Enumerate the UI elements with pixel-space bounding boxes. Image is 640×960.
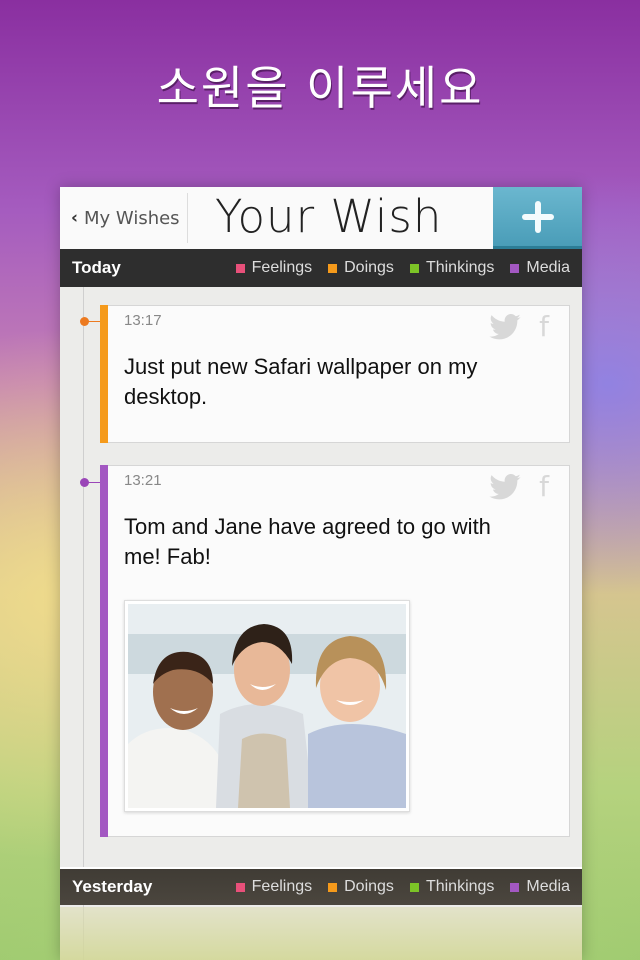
facebook-icon[interactable]: f [539,313,549,341]
legend-media[interactable]: Media [510,878,570,896]
media-swatch-icon [510,263,520,273]
section-title: Yesterday [72,877,153,896]
back-button[interactable]: ‹ My Wishes [60,187,187,249]
nav-divider [187,193,188,243]
timeline-line [83,287,84,960]
entry-time: 13:17 [124,312,162,329]
legend-thinkings[interactable]: Thinkings [409,878,495,896]
facebook-icon[interactable]: f [539,473,549,501]
legend-label: Doings [344,259,394,276]
feelings-swatch-icon [235,263,245,273]
doings-swatch-icon [328,882,338,892]
list-bottom-fade [60,907,582,960]
timeline-connector [87,321,101,322]
thinkings-swatch-icon [409,263,419,273]
category-legend: Feelings Doings Thinkings Media [220,259,570,277]
entry-text: Tom and Jane have agreed to go with me! … [124,514,491,569]
people-photo-illustration [128,604,406,808]
legend-label: Thinkings [425,878,495,895]
legend-label: Media [526,878,570,895]
category-legend: Feelings Doings Thinkings Media [220,878,570,896]
section-header-today: Today Feelings Doings Thinkings Media [60,249,582,287]
legend-doings[interactable]: Doings [328,878,394,896]
legend-feelings[interactable]: Feelings [235,259,313,277]
entry-photo[interactable] [124,600,410,812]
app-window: ‹ My Wishes Your Wish Today Feelings Doi… [60,187,582,960]
legend-label: Feelings [251,259,313,276]
legend-feelings[interactable]: Feelings [235,878,313,896]
chevron-left-icon: ‹ [71,208,79,228]
add-wish-button[interactable] [493,187,582,249]
doings-swatch-icon [328,263,338,273]
thinkings-swatch-icon [409,882,419,892]
media-swatch-icon [510,882,520,892]
twitter-icon[interactable] [489,474,521,500]
wish-entry-card[interactable]: 13:17 f Just put new Safari wallpaper on… [100,305,570,443]
category-accent-bar [100,465,108,837]
category-accent-bar [100,305,108,443]
share-actions: f [489,473,549,501]
legend-label: Media [526,259,570,276]
twitter-icon[interactable] [489,314,521,340]
legend-label: Feelings [251,878,313,895]
legend-label: Thinkings [425,259,495,276]
wish-entry-card[interactable]: 13:21 f Tom and Jane have agreed to go w… [100,465,570,837]
back-label: My Wishes [84,207,180,229]
section-header-yesterday: Yesterday Feelings Doings Thinkings Medi… [60,867,582,905]
timeline-connector [87,482,101,483]
section-title: Today [72,258,121,277]
plus-icon [521,200,554,233]
photo-image [128,604,406,808]
page-title: Your Wish [215,190,443,243]
legend-media[interactable]: Media [510,259,570,277]
promo-banner-title: 소원을 이루세요 [156,61,484,115]
entry-time: 13:21 [124,472,162,489]
legend-label: Doings [344,878,394,895]
feelings-swatch-icon [235,882,245,892]
share-actions: f [489,313,549,341]
entry-text: Just put new Safari wallpaper on my desk… [124,354,478,409]
legend-thinkings[interactable]: Thinkings [409,259,495,277]
navigation-bar: ‹ My Wishes Your Wish [60,187,582,249]
legend-doings[interactable]: Doings [328,259,394,277]
